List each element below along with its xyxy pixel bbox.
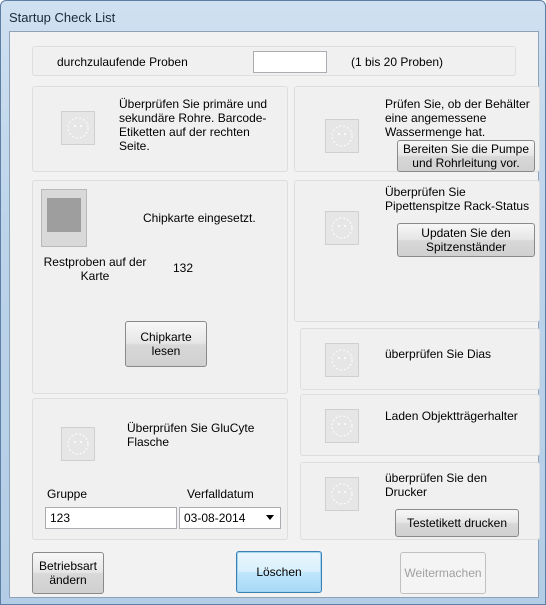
group-input[interactable] [45,507,177,529]
samples-panel: durchzulaufende Proben (1 bis 20 Proben) [32,46,516,76]
startup-check-list-window: Startup Check List durchzulaufende Probe… [0,0,546,605]
expiry-date-select[interactable]: 03-08-2014 [179,507,281,529]
slides-panel: überprüfen Sie Dias [300,328,540,390]
chipcard-status: Chipkarte eingesetzt. [143,211,256,225]
printer-text: überprüfen Sie den Drucker [385,471,488,499]
printer-status-icon [325,477,359,511]
window-title: Startup Check List [9,10,116,25]
glucyte-panel: Überprüfen Sie GluCyte Flasche Gruppe Ve… [32,398,288,540]
change-mode-button[interactable]: Betriebsart ändern [32,552,104,594]
expiry-label: Verfalldatum [187,487,254,501]
slide-holder-panel: Laden Objektträgerhalter [300,394,540,456]
pipette-panel: Überprüfen Sie Pipettenspitze Rack-Statu… [294,180,540,322]
chipcard-panel: Chipkarte eingesetzt. Restproben auf der… [32,180,288,394]
slide-holder-text: Laden Objektträgerhalter [385,409,518,423]
container-text: Prüfen Sie, ob der Behälter eine angemes… [385,97,530,139]
expiry-date-value: 03-08-2014 [184,511,246,525]
chipcard-image [41,189,87,247]
chevron-down-icon[interactable] [266,515,274,520]
continue-button[interactable]: Weitermachen [400,552,486,594]
samples-label: durchzulaufende Proben [57,55,188,69]
samples-hint: (1 bis 20 Proben) [351,55,444,69]
print-test-label-button[interactable]: Testetikett drucken [395,509,519,537]
printer-panel: überprüfen Sie den Drucker Testetikett d… [300,462,540,540]
chipcard-remaining-label: Restproben auf der Karte [43,255,147,283]
pipette-status-icon [325,211,359,245]
slides-status-icon [325,343,359,377]
tubes-panel: Überprüfen Sie primäre und sekundäre Roh… [32,86,288,172]
pipette-text: Überprüfen Sie Pipettenspitze Rack-Statu… [385,185,530,213]
client-area: durchzulaufende Proben (1 bis 20 Proben)… [9,31,540,598]
chipcard-remaining-value: 132 [173,261,194,275]
chip-icon [47,198,81,232]
slides-text: überprüfen Sie Dias [385,347,492,361]
container-status-icon [325,119,359,153]
slide-holder-status-icon [325,409,359,443]
glucyte-text: Überprüfen Sie GluCyte Flasche [127,421,255,449]
container-panel: Prüfen Sie, ob der Behälter eine angemes… [294,86,540,172]
tubes-status-icon [61,111,95,145]
update-tip-rack-button[interactable]: Updaten Sie den Spitzenständer [397,223,535,257]
read-chipcard-button[interactable]: Chipkarte lesen [125,321,207,367]
group-label: Gruppe [47,487,88,501]
clear-button[interactable]: Löschen [236,551,322,593]
tubes-text: Überprüfen Sie primäre und sekundäre Roh… [119,97,268,153]
prepare-pump-button[interactable]: Bereiten Sie die Pumpe und Rohrleitung v… [397,140,535,172]
samples-input[interactable] [253,51,327,73]
glucyte-status-icon [61,427,95,461]
